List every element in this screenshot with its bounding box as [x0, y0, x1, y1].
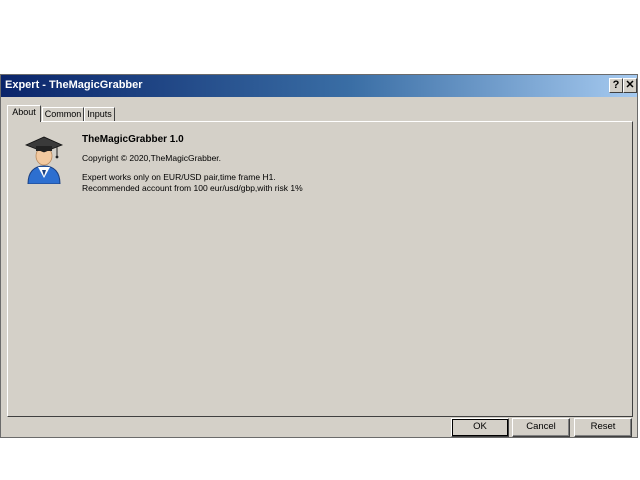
window-title: Expert - TheMagicGrabber: [5, 79, 143, 91]
close-button[interactable]: ✕: [623, 78, 637, 93]
about-text-block: TheMagicGrabber 1.0 Copyright © 2020,The…: [82, 134, 303, 194]
copyright-text: Copyright © 2020,TheMagicGrabber.: [82, 153, 222, 163]
graduate-avatar-icon: [24, 136, 64, 184]
tab-common[interactable]: Common: [42, 107, 84, 121]
help-button[interactable]: ?: [609, 78, 623, 93]
tab-about[interactable]: About: [7, 105, 41, 122]
ok-button[interactable]: OK: [451, 418, 509, 437]
description-line-1: Expert works only on EUR/USD pair,time f…: [82, 172, 276, 182]
description-line-2: Recommended account from 100 eur/usd/gbp…: [82, 183, 303, 193]
expert-name: TheMagicGrabber 1.0: [82, 134, 184, 145]
tab-inputs[interactable]: Inputs: [84, 107, 115, 121]
expert-dialog: Expert - TheMagicGrabber ? ✕ About Commo…: [0, 74, 638, 438]
about-panel: TheMagicGrabber 1.0 Copyright © 2020,The…: [7, 121, 633, 417]
reset-button[interactable]: Reset: [574, 418, 632, 437]
cancel-button[interactable]: Cancel: [512, 418, 570, 437]
title-bar[interactable]: Expert - TheMagicGrabber ? ✕: [1, 75, 637, 97]
